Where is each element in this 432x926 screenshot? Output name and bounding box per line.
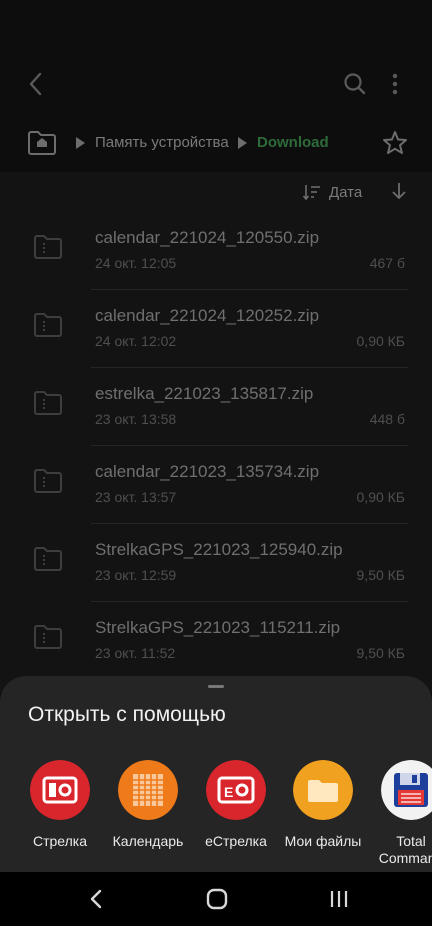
more-options-button[interactable] [380, 66, 410, 102]
app-option-calendar[interactable]: Календарь [103, 760, 193, 870]
file-list-item[interactable]: calendar_221024_120550.zip 24 окт. 12:05… [0, 212, 432, 290]
file-size: 9,50 КБ [356, 645, 405, 661]
file-size: 448 б [369, 411, 405, 427]
zip-folder-icon [34, 625, 62, 649]
file-date: 23 окт. 12:59 [95, 567, 177, 583]
file-date: 23 окт. 13:58 [95, 411, 177, 427]
breadcrumb-separator-icon [238, 137, 247, 149]
estrelka-app-icon: E [206, 760, 266, 820]
breadcrumb-separator-icon [76, 137, 85, 149]
nav-home-icon [206, 888, 228, 910]
arrow-down-icon [392, 183, 406, 200]
file-date: 23 окт. 13:57 [95, 489, 177, 505]
file-list-item[interactable]: StrelkaGPS_221023_115211.zip 23 окт. 11:… [0, 602, 432, 680]
breadcrumb-current-folder[interactable]: Download [257, 134, 329, 151]
my-files-app-icon [293, 760, 353, 820]
sheet-title: Открыть с помощью [28, 703, 226, 726]
nav-back-button[interactable] [84, 886, 110, 912]
file-list-item[interactable]: calendar_221023_135734.zip 23 окт. 13:57… [0, 446, 432, 524]
sort-bar: Дата [0, 172, 432, 212]
app-label-line: Total [396, 833, 426, 849]
back-button[interactable] [18, 66, 54, 102]
zip-folder-icon [34, 235, 62, 259]
file-size: 0,90 КБ [356, 333, 405, 349]
app-option-total-commander[interactable]: Total Command [366, 760, 432, 870]
file-name: StrelkaGPS_221023_125940.zip [95, 540, 343, 559]
app-label-line: Command [378, 850, 432, 866]
search-button[interactable] [338, 66, 372, 102]
file-name: calendar_221024_120252.zip [95, 306, 320, 325]
favorite-button[interactable] [380, 128, 410, 158]
chevron-left-icon [29, 72, 42, 96]
breadcrumb-storage[interactable]: Память устройства [95, 134, 229, 151]
file-manager-screen: Память устройства Download Дата calendar… [0, 0, 432, 926]
app-label: Мои файлы [284, 833, 362, 849]
nav-back-icon [90, 889, 102, 909]
search-icon [344, 73, 366, 95]
app-option-my-files[interactable]: Мои файлы [278, 760, 368, 870]
more-vertical-icon [392, 73, 398, 95]
app-option-estrelka[interactable]: E eСтрелка [191, 760, 281, 870]
app-label: Календарь [112, 833, 184, 849]
total-commander-app-icon [381, 760, 432, 820]
sort-by-label[interactable]: Дата [329, 184, 362, 201]
file-list-item[interactable]: StrelkaGPS_221023_125940.zip 23 окт. 12:… [0, 524, 432, 602]
file-list-item[interactable]: estrelka_221023_135817.zip 23 окт. 13:58… [0, 368, 432, 446]
nav-home-button[interactable] [204, 887, 230, 911]
file-size: 0,90 КБ [356, 489, 405, 505]
zip-folder-icon [34, 391, 62, 415]
file-name: calendar_221023_135734.zip [95, 462, 320, 481]
system-navigation-bar [0, 872, 432, 926]
file-name: calendar_221024_120550.zip [95, 228, 320, 247]
app-label: Стрелка [32, 833, 88, 849]
open-with-sheet: Открыть с помощью Стрелка Календарь E eС… [0, 676, 432, 872]
file-list-item[interactable]: calendar_221024_120252.zip 24 окт. 12:02… [0, 290, 432, 368]
sort-order-icon[interactable] [302, 182, 322, 202]
star-icon [383, 131, 407, 154]
nav-recent-apps-button[interactable] [326, 886, 352, 912]
file-name: StrelkaGPS_221023_115211.zip [95, 618, 341, 637]
file-date: 24 окт. 12:05 [95, 255, 177, 271]
home-folder-icon [28, 131, 56, 155]
app-label: eСтрелка [205, 833, 267, 849]
app-option-strelka[interactable]: Стрелка [15, 760, 105, 870]
app-label: Total Command [362, 833, 432, 867]
nav-recent-apps-icon [330, 891, 348, 907]
zip-folder-icon [34, 313, 62, 337]
breadcrumb: Память устройства Download [0, 118, 432, 168]
file-size: 9,50 КБ [356, 567, 405, 583]
file-date: 24 окт. 12:02 [95, 333, 177, 349]
file-date: 23 окт. 11:52 [95, 645, 176, 661]
sheet-drag-handle[interactable] [208, 685, 224, 688]
sort-direction-button[interactable] [389, 180, 409, 202]
home-button[interactable] [26, 128, 58, 156]
strelka-app-icon [30, 760, 90, 820]
app-bar [0, 0, 432, 110]
svg-text:E: E [224, 784, 233, 800]
calendar-app-icon [118, 760, 178, 820]
file-size: 467 б [369, 255, 405, 271]
file-list: Дата calendar_221024_120550.zip 24 окт. … [0, 172, 432, 692]
zip-folder-icon [34, 547, 62, 571]
zip-folder-icon [34, 469, 62, 493]
file-name: estrelka_221023_135817.zip [95, 384, 314, 403]
